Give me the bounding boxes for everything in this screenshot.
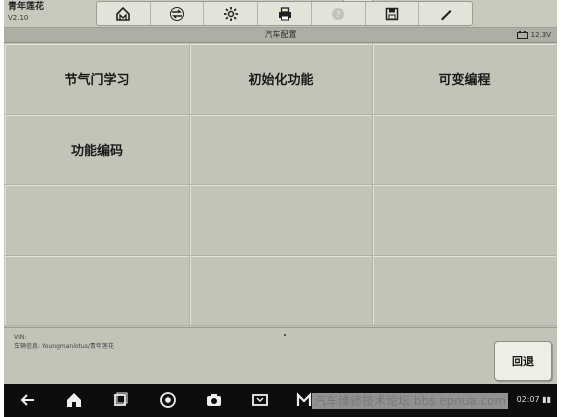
settings-button[interactable] xyxy=(204,2,259,25)
app-screen: 青年莲花 V2.10 ? 汽车配置 12.3V 节气门学习 初始化功能 可变编程… xyxy=(4,0,557,417)
forum-watermark: 汽车维修技术论坛 bbs.epnua.com xyxy=(312,393,509,409)
app-version: V2.10 xyxy=(8,14,29,22)
print-icon xyxy=(278,6,291,20)
help-button[interactable]: ? xyxy=(312,2,366,25)
svg-text:?: ? xyxy=(336,10,340,19)
app-name: 青年莲花 xyxy=(8,2,45,12)
nav-chrome-button[interactable] xyxy=(158,390,178,410)
recents-icon xyxy=(114,392,128,406)
function-cell[interactable]: 可变编程 xyxy=(373,44,556,115)
pen-icon xyxy=(440,9,452,20)
page-indicator-dot xyxy=(284,334,286,336)
print-button[interactable] xyxy=(258,2,312,25)
function-cell-empty xyxy=(373,256,556,326)
vin-label: VIN: xyxy=(14,334,27,341)
nav-home-button[interactable] xyxy=(64,390,84,410)
nav-camera-button[interactable] xyxy=(204,390,224,410)
function-cell-empty xyxy=(5,255,190,326)
app-icon xyxy=(296,392,312,406)
home-button[interactable] xyxy=(97,2,151,25)
vehicle-swap-button[interactable] xyxy=(151,2,205,25)
function-cell-empty xyxy=(373,115,556,185)
function-cell-empty xyxy=(373,185,556,256)
status-indicators: 02:07 ▮▮ xyxy=(516,395,551,404)
home-icon xyxy=(116,6,131,21)
settings-gear-icon xyxy=(223,6,238,21)
battery-voltage: 12.3V xyxy=(530,31,551,39)
function-cell-empty xyxy=(190,255,373,326)
function-cell[interactable]: 初始化功能 xyxy=(190,44,373,115)
nav-screenshot-button[interactable] xyxy=(250,390,270,410)
page-title: 汽车配置 xyxy=(264,30,297,39)
function-cell-empty xyxy=(190,185,373,256)
main-toolbar: ? xyxy=(96,1,473,26)
save-button[interactable] xyxy=(366,2,420,25)
function-cell[interactable]: 节气门学习 xyxy=(5,44,190,115)
battery-status: 12.3V xyxy=(516,30,551,40)
vehicle-swap-icon xyxy=(170,6,185,21)
top-bar: 青年莲花 V2.10 ? xyxy=(4,0,557,28)
function-grid: 节气门学习 初始化功能 可变编程 功能编码 xyxy=(5,44,556,326)
home-icon xyxy=(67,393,81,407)
save-icon xyxy=(385,7,399,20)
title-bar: 汽车配置 12.3V xyxy=(4,28,557,43)
function-cell-empty xyxy=(190,114,373,185)
function-cell-empty xyxy=(5,185,190,256)
screenshot-icon xyxy=(252,394,268,406)
info-footer: VIN: 车辆信息: Youngmanlotus/青年莲花 回退 xyxy=(4,327,557,385)
function-cell[interactable]: 功能编码 xyxy=(5,114,190,185)
back-button[interactable]: 回退 xyxy=(494,341,552,381)
back-icon xyxy=(20,394,34,406)
edit-button[interactable] xyxy=(419,2,472,25)
chrome-icon xyxy=(160,392,176,408)
nav-app-button[interactable] xyxy=(294,390,314,410)
vehicle-info: 车辆信息: Youngmanlotus/青年莲花 xyxy=(14,343,114,350)
battery-icon xyxy=(516,31,528,39)
nav-recents-button[interactable] xyxy=(110,390,130,410)
help-icon: ? xyxy=(332,7,345,20)
nav-back-button[interactable] xyxy=(18,390,38,410)
camera-icon xyxy=(207,394,221,406)
